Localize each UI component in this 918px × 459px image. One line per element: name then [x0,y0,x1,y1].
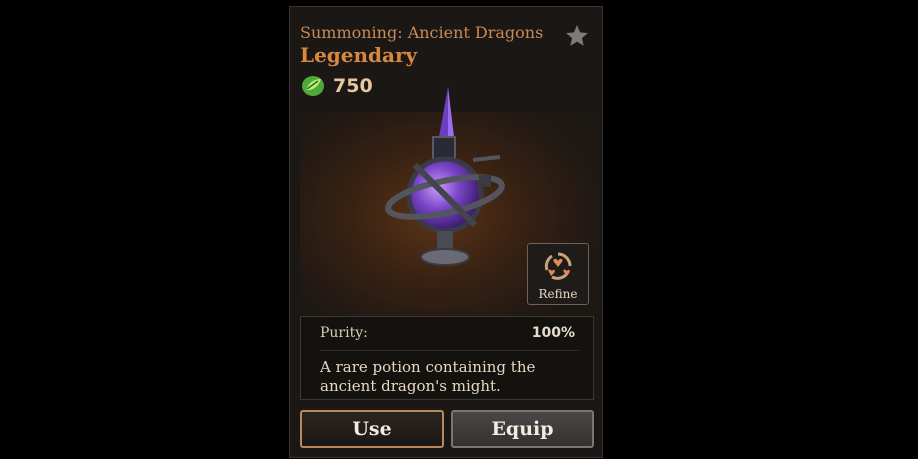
item-description: A rare potion containing the ancient dra… [320,358,536,395]
refine-label: Refine [538,287,578,301]
purity-label: Purity: [320,325,368,341]
green-gem-icon [302,76,324,96]
ancient-dragon-orb-artifact [385,87,505,266]
use-button[interactable]: Use [300,410,444,448]
item-title: Summoning: Ancient Dragons [300,23,544,42]
refine-button[interactable]: Refine [527,243,589,305]
star-icon[interactable] [564,23,590,49]
refine-cycle-icon [544,252,572,280]
item-price: 750 [333,75,373,97]
item-info-box: Purity: 100% A rare potion containing th… [300,316,594,400]
item-rarity: Legendary [300,43,418,67]
item-detail-panel: Summoning: Ancient Dragons Legendary 750 [289,6,603,458]
purity-value: 100% [531,325,575,341]
equip-button[interactable]: Equip [451,410,594,448]
info-divider [320,350,579,351]
